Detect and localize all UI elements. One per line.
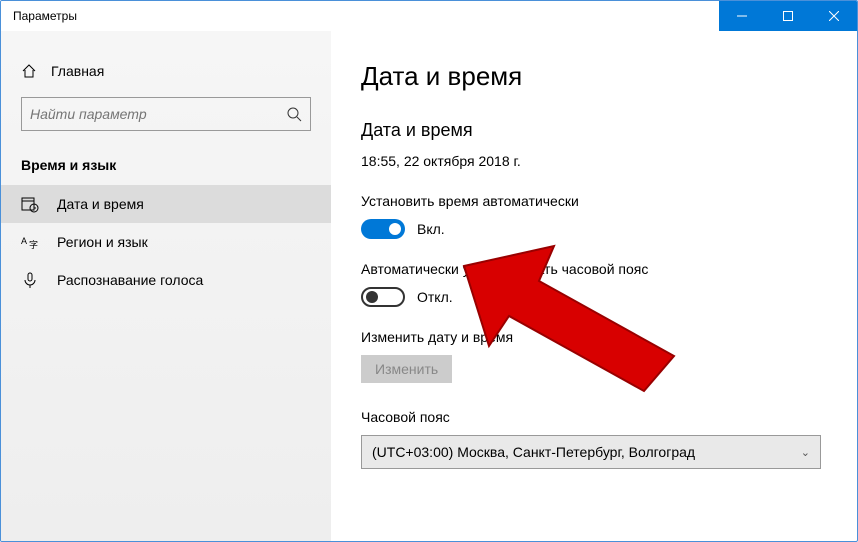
current-datetime: 18:55, 22 октября 2018 г. (361, 153, 827, 169)
auto-tz-toggle[interactable] (361, 287, 405, 307)
change-datetime-label: Изменить дату и время (361, 329, 827, 345)
sidebar-category: Время и язык (1, 149, 331, 185)
sidebar-item-label: Дата и время (57, 196, 144, 212)
home-label: Главная (51, 63, 104, 79)
window-controls (719, 1, 857, 31)
timezone-value: (UTC+03:00) Москва, Санкт-Петербург, Вол… (372, 444, 695, 460)
chevron-down-icon: ⌄ (801, 446, 810, 459)
timezone-label: Часовой пояс (361, 409, 827, 425)
main-panel: Дата и время Дата и время 18:55, 22 октя… (331, 31, 857, 541)
sidebar-item-label: Распознавание голоса (57, 272, 203, 288)
calendar-clock-icon (21, 195, 39, 213)
sidebar-item-region-language[interactable]: A 字 Регион и язык (1, 223, 331, 261)
svg-text:A: A (21, 236, 27, 246)
microphone-icon (21, 271, 39, 289)
change-datetime-button: Изменить (361, 355, 452, 383)
home-nav[interactable]: Главная (1, 55, 331, 87)
language-icon: A 字 (21, 233, 39, 251)
search-icon (286, 106, 302, 122)
close-button[interactable] (811, 1, 857, 31)
auto-time-state: Вкл. (417, 221, 445, 237)
section-title: Дата и время (361, 120, 827, 141)
maximize-button[interactable] (765, 1, 811, 31)
page-title: Дата и время (361, 61, 827, 92)
minimize-button[interactable] (719, 1, 765, 31)
window-title: Параметры (13, 9, 77, 23)
auto-time-label: Установить время автоматически (361, 193, 827, 209)
sidebar: Главная Время и язык (1, 31, 331, 541)
search-field[interactable] (30, 106, 286, 122)
sidebar-item-date-time[interactable]: Дата и время (1, 185, 331, 223)
titlebar: Параметры (1, 1, 857, 31)
settings-window: Параметры Главная (0, 0, 858, 542)
auto-tz-state: Откл. (417, 289, 453, 305)
auto-tz-label: Автоматически устанавливать часовой пояс (361, 261, 827, 277)
search-input[interactable] (21, 97, 311, 131)
timezone-dropdown[interactable]: (UTC+03:00) Москва, Санкт-Петербург, Вол… (361, 435, 821, 469)
sidebar-item-label: Регион и язык (57, 234, 148, 250)
home-icon (21, 63, 37, 79)
auto-time-toggle[interactable] (361, 219, 405, 239)
svg-text:字: 字 (29, 239, 38, 250)
sidebar-item-speech[interactable]: Распознавание голоса (1, 261, 331, 299)
